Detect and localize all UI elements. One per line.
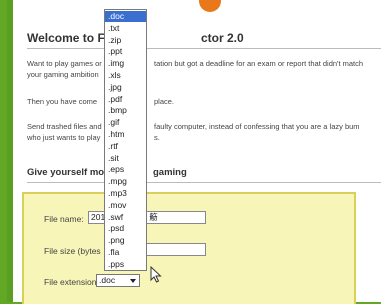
title-divider xyxy=(27,48,381,49)
dropdown-option[interactable]: .rtf xyxy=(105,141,146,152)
section-title-right: gaming xyxy=(153,167,187,178)
dropdown-option[interactable]: .img xyxy=(105,58,146,69)
logo-icon xyxy=(199,0,221,12)
intro-line-2: your gaming ambition xyxy=(27,70,99,79)
section-title: Give yourself more gaming xyxy=(27,167,187,178)
file-extension-label: File extension: xyxy=(44,277,99,287)
dropdown-option[interactable]: .fla xyxy=(105,247,146,258)
dropdown-option[interactable]: .eps xyxy=(105,164,146,175)
come-line-right: place. xyxy=(154,97,175,106)
mouse-pointer-icon xyxy=(150,266,162,283)
dropdown-option[interactable]: .bmp xyxy=(105,105,146,116)
come-line-left: Then you have come xyxy=(27,97,98,106)
file-name-label: File name: xyxy=(44,214,84,224)
chevron-down-icon xyxy=(130,279,136,283)
intro-line-1-right: tation but got a deadline for an exam or… xyxy=(154,59,364,68)
dropdown-option[interactable]: .mp3 xyxy=(105,188,146,199)
dropdown-option[interactable]: .htm xyxy=(105,129,146,140)
dropdown-option[interactable]: .pps xyxy=(105,259,146,270)
page-title: Welcome to Fi ctor 2.0 xyxy=(27,31,244,45)
dropdown-option[interactable]: .mov xyxy=(105,200,146,211)
dropdown-option[interactable]: .png xyxy=(105,235,146,246)
file-name-value-tail: 䈥 xyxy=(149,212,158,222)
dropdown-option[interactable]: .doc xyxy=(105,11,146,22)
file-extension-select[interactable]: .doc xyxy=(96,274,140,287)
dropdown-option[interactable]: .xls xyxy=(105,70,146,81)
trashed-line-1-left: Send trashed files and xyxy=(27,122,102,131)
dropdown-option[interactable]: .gif xyxy=(105,117,146,128)
dropdown-option[interactable]: .sit xyxy=(105,153,146,164)
file-size-input[interactable] xyxy=(146,243,206,256)
dropdown-option[interactable]: .pdf xyxy=(105,94,146,105)
file-size-label: File size (bytes xyxy=(44,246,101,256)
dropdown-option[interactable]: .ppt xyxy=(105,46,146,57)
file-extension-dropdown[interactable]: .doc .txt .zip .ppt .img .xls .jpg .pdf .bmp .gif… xyxy=(104,9,147,271)
trashed-line-1-right: faulty computer, instead of confessing t… xyxy=(154,122,360,131)
dropdown-option[interactable]: .zip xyxy=(105,35,146,46)
dropdown-option[interactable]: .txt xyxy=(105,23,146,34)
dropdown-option[interactable]: .jpg xyxy=(105,82,146,93)
trashed-line-2-right: s. xyxy=(154,133,160,142)
section-divider xyxy=(27,182,381,183)
dropdown-option[interactable]: .mpg xyxy=(105,176,146,187)
section-title-left: Give yourself more xyxy=(27,167,114,178)
page-title-right: ctor 2.0 xyxy=(201,31,244,45)
page-title-left: Welcome to Fi xyxy=(27,31,109,45)
trashed-line-2-left: who just wants to play xyxy=(27,133,101,142)
intro-line-1-left: Want to play games or xyxy=(27,59,102,68)
dropdown-option[interactable]: .psd xyxy=(105,223,146,234)
file-extension-value: .doc xyxy=(99,275,116,285)
dropdown-option[interactable]: .swf xyxy=(105,212,146,223)
